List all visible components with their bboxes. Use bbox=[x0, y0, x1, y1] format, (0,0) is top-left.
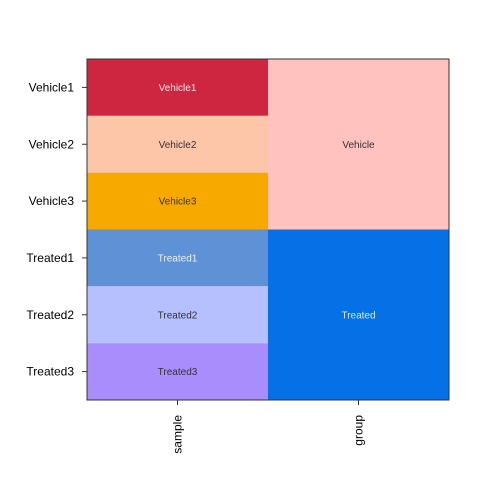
cell-label: Vehicle2 bbox=[159, 140, 197, 151]
row-labels: Vehicle1 Vehicle2 Vehicle3 Treated1 Treated2… bbox=[26, 80, 74, 378]
heatmap-chart: Vehicle1 Vehicle2 Vehicle3 Treated1 Treated2… bbox=[26, 58, 450, 454]
row-label: Vehicle1 bbox=[29, 80, 75, 94]
cell-label: Treated2 bbox=[158, 310, 198, 321]
cell-label: Vehicle1 bbox=[159, 83, 197, 94]
cell-label: Treated1 bbox=[158, 253, 198, 264]
cell-label: Vehicle3 bbox=[159, 197, 197, 208]
column-label: group bbox=[352, 415, 366, 446]
column-labels: sample group bbox=[171, 415, 366, 454]
row-label: Treated3 bbox=[26, 365, 74, 379]
row-label: Vehicle2 bbox=[29, 137, 75, 151]
cell-label: Treated3 bbox=[158, 367, 198, 378]
row-label: Treated2 bbox=[26, 308, 74, 322]
group-label: Vehicle bbox=[342, 140, 375, 151]
column-label: sample bbox=[171, 415, 185, 454]
group-label: Treated bbox=[341, 310, 375, 321]
row-label: Vehicle3 bbox=[29, 194, 75, 208]
heatmap-cells: Vehicle1 Vehicle2 Vehicle3 Treated1 Treated2… bbox=[87, 59, 449, 400]
row-label: Treated1 bbox=[26, 251, 74, 265]
